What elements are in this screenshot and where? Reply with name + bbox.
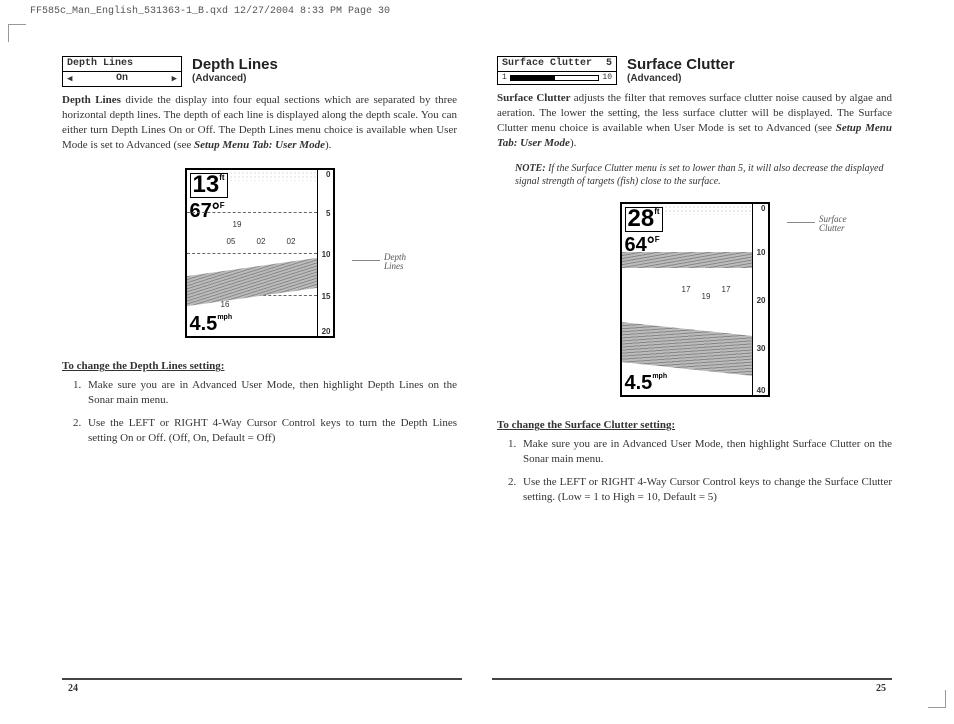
footer-rule	[492, 678, 892, 680]
menu-widget-surface-clutter: Surface Clutter 5 1 10	[497, 56, 617, 85]
page-spread: Depth Lines ◀ On ▶ Depth Lines (Advanced…	[62, 56, 892, 670]
callout-line	[787, 222, 815, 223]
print-header: FF585c_Man_English_531363-1_B.qxd 12/27/…	[30, 6, 390, 17]
steps-list: Make sure you are in Advanced User Mode,…	[84, 378, 457, 453]
menu-title: Surface Clutter	[502, 59, 592, 69]
section-header-depth-lines: Depth Lines ◀ On ▶ Depth Lines (Advanced…	[62, 56, 457, 87]
depth-readout: 13ft	[190, 173, 228, 198]
page-number-left: 24	[68, 683, 78, 694]
right-arrow-icon: ▶	[172, 75, 177, 84]
speed-readout: 4.5mph	[190, 315, 233, 333]
step-item: Make sure you are in Advanced User Mode,…	[519, 437, 892, 467]
page-left: Depth Lines ◀ On ▶ Depth Lines (Advanced…	[62, 56, 457, 670]
fish-icon: 02	[257, 237, 266, 246]
section-subtitle: (Advanced)	[627, 73, 735, 84]
slider-max: 10	[602, 74, 612, 82]
callout-line	[352, 260, 380, 261]
howto-heading: To change the Surface Clutter setting:	[497, 419, 892, 431]
menu-value: 5	[606, 59, 612, 69]
slider-track	[510, 75, 600, 81]
footer-rule	[62, 678, 462, 680]
fish-icon: 05	[227, 237, 236, 246]
fish-icon: 17	[682, 285, 691, 294]
fish-icon: 19	[233, 220, 242, 229]
section-subtitle: (Advanced)	[192, 73, 278, 84]
sonar-display-depth-lines: 13ft 67°F 4.5mph 0 5 10 15 20 19 05 02 0…	[185, 168, 335, 338]
menu-value: On	[116, 74, 128, 84]
depth-lines-description: Depth Lines divide the display into four…	[62, 93, 457, 152]
sonar-display-surface-clutter: 28ft 64°F 4.5mph 0 10 20 30 40 17 19 17	[620, 202, 770, 397]
sonar-bottom	[187, 258, 317, 306]
menu-title: Depth Lines	[63, 57, 181, 72]
callout-label: Surface Clutter	[819, 215, 859, 233]
surface-noise	[217, 171, 317, 181]
surface-noise	[652, 205, 752, 215]
howto-heading: To change the Depth Lines setting:	[62, 360, 457, 372]
speed-readout: 4.5mph	[625, 374, 668, 392]
sonar-bottom	[622, 322, 752, 376]
left-arrow-icon: ◀	[67, 75, 72, 84]
crop-mark-top-left	[8, 24, 26, 42]
sonar-layer	[622, 252, 752, 268]
surface-clutter-description: Surface Clutter adjusts the filter that …	[497, 91, 892, 150]
menu-widget-depth-lines: Depth Lines ◀ On ▶	[62, 56, 182, 87]
depth-scale: 0 5 10 15 20	[317, 170, 333, 336]
page-right: Surface Clutter 5 1 10 Surface Clutter (…	[497, 56, 892, 670]
section-title: Depth Lines	[192, 56, 278, 73]
depth-readout: 28ft	[625, 207, 663, 232]
step-item: Make sure you are in Advanced User Mode,…	[84, 378, 457, 408]
note-text: NOTE: If the Surface Clutter menu is set…	[515, 162, 892, 188]
slider-min: 1	[502, 74, 507, 82]
fish-icon: 17	[722, 285, 731, 294]
steps-list: Make sure you are in Advanced User Mode,…	[519, 437, 892, 512]
figure-depth-lines: 13ft 67°F 4.5mph 0 5 10 15 20 19 05 02 0…	[62, 168, 457, 338]
fish-icon: 02	[287, 237, 296, 246]
callout-label: Depth Lines	[384, 253, 424, 271]
section-title: Surface Clutter	[627, 56, 735, 73]
slider-fill	[511, 76, 555, 80]
crop-mark-bottom-right	[928, 690, 946, 708]
depth-line	[187, 212, 317, 213]
step-item: Use the LEFT or RIGHT 4-Way Cursor Contr…	[519, 475, 892, 505]
fish-icon: 19	[702, 292, 711, 301]
depth-scale: 0 10 20 30 40	[752, 204, 768, 395]
section-header-surface-clutter: Surface Clutter 5 1 10 Surface Clutter (…	[497, 56, 892, 85]
page-number-right: 25	[876, 683, 886, 694]
step-item: Use the LEFT or RIGHT 4-Way Cursor Contr…	[84, 416, 457, 446]
depth-line	[187, 253, 317, 254]
figure-surface-clutter: 28ft 64°F 4.5mph 0 10 20 30 40 17 19 17 …	[497, 202, 892, 397]
